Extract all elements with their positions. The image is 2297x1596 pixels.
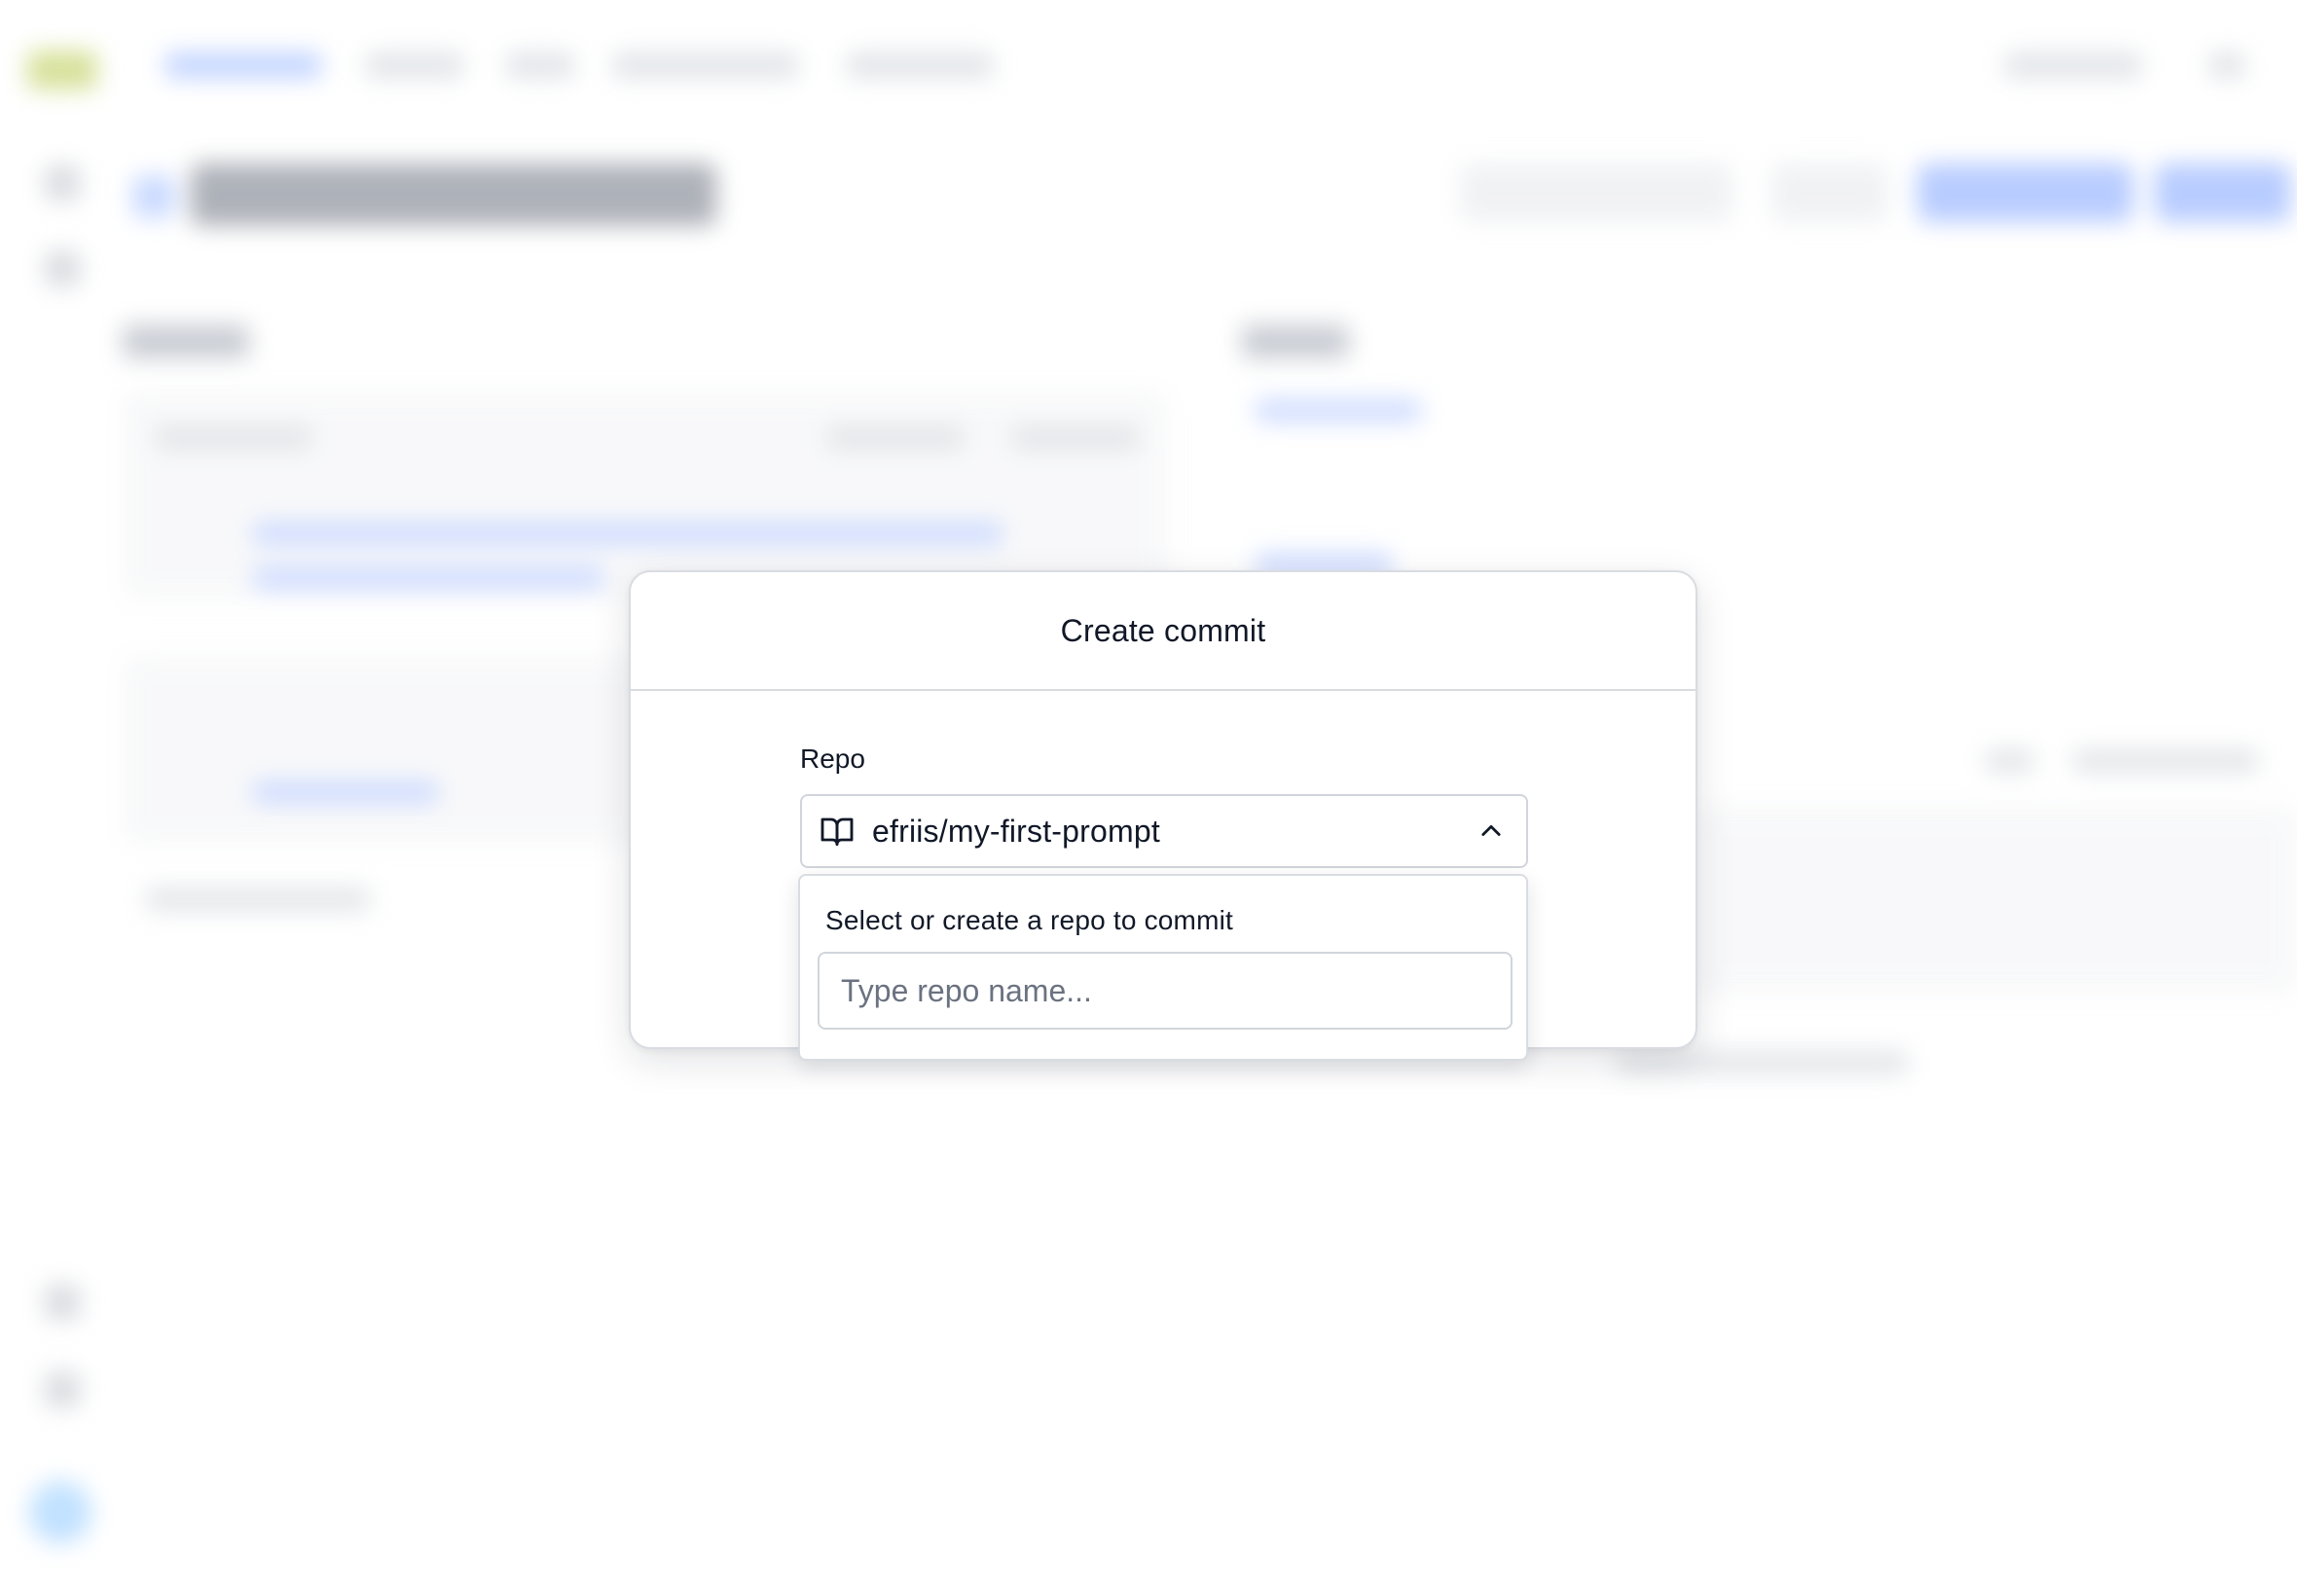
modal-header: Create commit [631,572,1695,691]
selected-repo-value: efriis/my-first-prompt [872,813,1160,849]
dropdown-heading: Select or create a repo to commit [825,905,1233,935]
add-message-placeholder [146,888,370,911]
primary-button-placeholder [1917,163,2133,222]
modal-title: Create commit [1060,612,1266,648]
breadcrumb-placeholder [613,53,798,78]
section-heading-placeholder [123,325,249,358]
title-icon [132,175,175,218]
chevron-up-icon[interactable] [1477,817,1505,845]
output-footnote-placeholder [1616,1051,1908,1074]
repo-search-input[interactable] [818,952,1513,1030]
prompt-text-placeholder [253,566,603,590]
repo-select[interactable]: efriis/my-first-prompt [800,794,1528,868]
breadcrumb-placeholder [506,53,574,78]
avatar [29,1481,91,1543]
rail-icon [45,1372,80,1407]
primary-button-placeholder [2155,163,2291,222]
header-control-placeholder [2005,53,2141,78]
input-link-placeholder [1256,399,1421,422]
repo-label: Repo [800,744,865,774]
rail-icon [45,165,80,200]
output-control-placeholder [1986,749,2034,773]
breadcrumb-placeholder [366,53,463,78]
app-logo [27,51,97,90]
card-label-placeholder [156,426,311,450]
message-card [125,658,650,843]
breadcrumb-placeholder [165,53,321,78]
rail-icon [45,1285,80,1320]
message-text-placeholder [253,780,438,804]
header-control-placeholder [2209,53,2244,78]
header-button-placeholder [1460,163,1732,222]
repo-dropdown: Select or create a repo to commit [798,874,1528,1061]
card-button-placeholder [1012,426,1139,450]
output-control-placeholder [2073,749,2258,773]
card-button-placeholder [827,426,964,450]
book-open-icon [820,817,854,846]
section-heading-placeholder [1242,325,1349,358]
prompt-text-placeholder [253,522,1003,545]
page-title-placeholder [191,163,716,226]
breadcrumb-placeholder [847,53,993,78]
rail-icon [45,251,80,286]
header-button-placeholder [1771,163,1888,222]
output-card [1694,808,2297,993]
